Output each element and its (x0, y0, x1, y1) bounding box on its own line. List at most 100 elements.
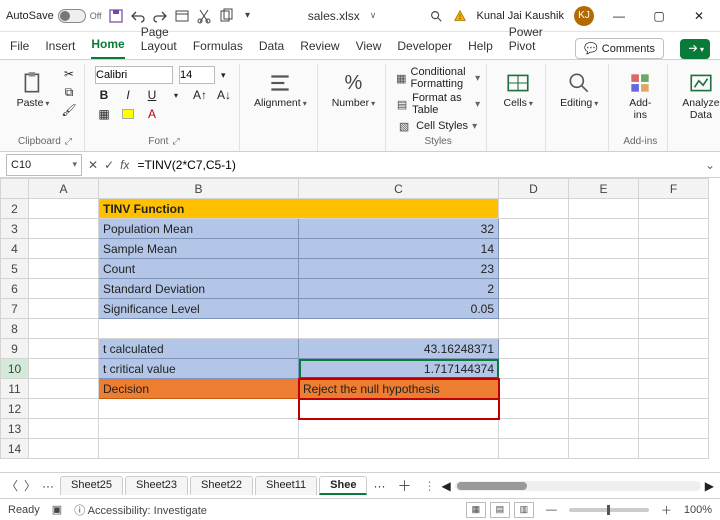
number-button[interactable]: % Number (328, 66, 379, 114)
sheet-tab[interactable]: Sheet11 (255, 476, 317, 495)
sheet-tabs-overflow[interactable]: ··· (373, 479, 385, 493)
row-header[interactable]: 2 (1, 199, 29, 219)
zoom-slider[interactable] (569, 508, 649, 512)
cells-button[interactable]: Cells (497, 66, 539, 114)
minimize-button[interactable]: — (604, 4, 634, 28)
zoom-in-button[interactable]: ＋ (661, 502, 672, 518)
conditional-formatting-button[interactable]: ▦Conditional Formatting▾ (396, 66, 480, 90)
cell[interactable]: Count (99, 259, 299, 279)
tab-insert[interactable]: Insert (45, 35, 75, 59)
cell[interactable]: t critical value (99, 359, 299, 379)
user-avatar[interactable]: KJ (574, 6, 594, 26)
file-name[interactable]: sales.xlsx (308, 9, 360, 23)
format-painter-btn[interactable]: 🖌 (60, 102, 78, 118)
qat-more-icon[interactable]: ▾ (240, 8, 256, 24)
save-icon[interactable] (108, 8, 124, 24)
dialog-launcher-icon[interactable]: ⤢ (172, 136, 179, 147)
tab-review[interactable]: Review (300, 35, 339, 59)
view-normal-button[interactable]: ▦ (466, 502, 486, 518)
font-name-select[interactable] (95, 66, 173, 84)
close-button[interactable]: ✕ (684, 4, 714, 28)
bold-button[interactable]: B (95, 87, 113, 103)
cell[interactable]: Standard Deviation (99, 279, 299, 299)
filename-chevron-icon[interactable]: ∨ (370, 10, 377, 21)
col-header[interactable]: D (499, 179, 569, 199)
alignment-button[interactable]: Alignment (250, 66, 311, 114)
underline-button[interactable]: U (143, 87, 161, 103)
copy-icon[interactable] (218, 8, 234, 24)
horizontal-scrollbar[interactable]: ◀ ▶ (441, 479, 714, 493)
cell[interactable]: 2 (299, 279, 499, 299)
copy-btn[interactable]: ⧉ (60, 84, 78, 100)
zoom-out-button[interactable]: — (546, 504, 557, 516)
analyze-data-button[interactable]: Analyze Data (678, 66, 720, 125)
sheet-tab[interactable]: Sheet25 (60, 476, 123, 495)
maximize-button[interactable]: ▢ (644, 4, 674, 28)
cell[interactable]: Sample Mean (99, 239, 299, 259)
format-as-table-button[interactable]: ▤Format as Table▾ (396, 92, 480, 116)
col-header[interactable]: F (639, 179, 709, 199)
sheet-tab[interactable]: Sheet23 (125, 476, 188, 495)
cell[interactable]: 23 (299, 259, 499, 279)
comments-button[interactable]: 💬 Comments (575, 38, 664, 59)
row-header[interactable]: 9 (1, 339, 29, 359)
font-size-select[interactable] (179, 66, 215, 84)
enter-formula-icon[interactable]: ✓ (104, 158, 114, 172)
row-header[interactable]: 7 (1, 299, 29, 319)
chevron-down-icon[interactable]: ▾ (72, 159, 77, 170)
zoom-level[interactable]: 100% (684, 504, 712, 516)
editing-button[interactable]: Editing (556, 66, 602, 114)
tab-power-pivot[interactable]: Power Pivot (509, 21, 543, 59)
row-header[interactable]: 5 (1, 259, 29, 279)
accessibility-status[interactable]: ⓘ Accessibility: Investigate (74, 502, 207, 518)
cell[interactable]: 43.16248371 (299, 339, 499, 359)
cell[interactable]: Decision (99, 379, 299, 399)
macro-rec-icon[interactable]: ▣ (52, 503, 62, 516)
font-color-button[interactable]: A (143, 106, 161, 122)
row-header[interactable]: 6 (1, 279, 29, 299)
select-all-cell[interactable] (1, 179, 29, 199)
cell[interactable]: Reject the null hypothesis (299, 379, 499, 399)
view-page-layout-button[interactable]: ▤ (490, 502, 510, 518)
row-header[interactable]: 14 (1, 439, 29, 459)
row-header[interactable]: 8 (1, 319, 29, 339)
sheet-tabs-more[interactable]: ··· (42, 479, 54, 493)
cut-icon[interactable] (196, 8, 212, 24)
cut-btn[interactable]: ✂ (60, 66, 78, 82)
fx-icon[interactable]: fx (120, 158, 129, 172)
autosave-toggle[interactable]: AutoSave Off (6, 9, 102, 23)
row-header[interactable]: 10 (1, 359, 29, 379)
tab-developer[interactable]: Developer (397, 35, 452, 59)
tab-view[interactable]: View (356, 35, 382, 59)
cell[interactable]: t calculated (99, 339, 299, 359)
row-header[interactable]: 4 (1, 239, 29, 259)
decrease-font-button[interactable]: A↓ (215, 87, 233, 103)
paste-button[interactable]: Paste (12, 66, 54, 114)
row-header[interactable]: 12 (1, 399, 29, 419)
col-header[interactable]: B (99, 179, 299, 199)
borders-button[interactable]: ▦ (95, 106, 113, 122)
name-box[interactable]: C10 ▾ (6, 154, 82, 176)
sheet-nav-next[interactable]: 〉 (24, 477, 36, 494)
cell[interactable]: TINV Function (99, 199, 499, 219)
fill-color-button[interactable] (119, 106, 137, 122)
dialog-launcher-icon[interactable]: ⤢ (65, 136, 72, 147)
addins-button[interactable]: Add-ins (619, 66, 661, 125)
increase-font-button[interactable]: A↑ (191, 87, 209, 103)
cell[interactable]: 32 (299, 219, 499, 239)
cell[interactable]: Population Mean (99, 219, 299, 239)
sheet-tab-active[interactable]: Shee (319, 476, 367, 495)
add-sheet-button[interactable]: ＋ (391, 476, 417, 496)
tab-help[interactable]: Help (468, 35, 493, 59)
tab-page-layout[interactable]: Page Layout (141, 21, 177, 59)
search-icon[interactable] (429, 9, 443, 23)
row-header[interactable]: 13 (1, 419, 29, 439)
cell-styles-button[interactable]: ▧Cell Styles▾ (396, 118, 477, 134)
spreadsheet-grid[interactable]: A B C D E F 2TINV Function 3Population M… (0, 178, 709, 459)
scroll-right-icon[interactable]: ▶ (705, 479, 714, 493)
view-page-break-button[interactable]: ▥ (514, 502, 534, 518)
row-header[interactable]: 3 (1, 219, 29, 239)
cell[interactable]: Significance Level (99, 299, 299, 319)
formula-input[interactable] (129, 158, 700, 172)
tab-data[interactable]: Data (259, 35, 284, 59)
